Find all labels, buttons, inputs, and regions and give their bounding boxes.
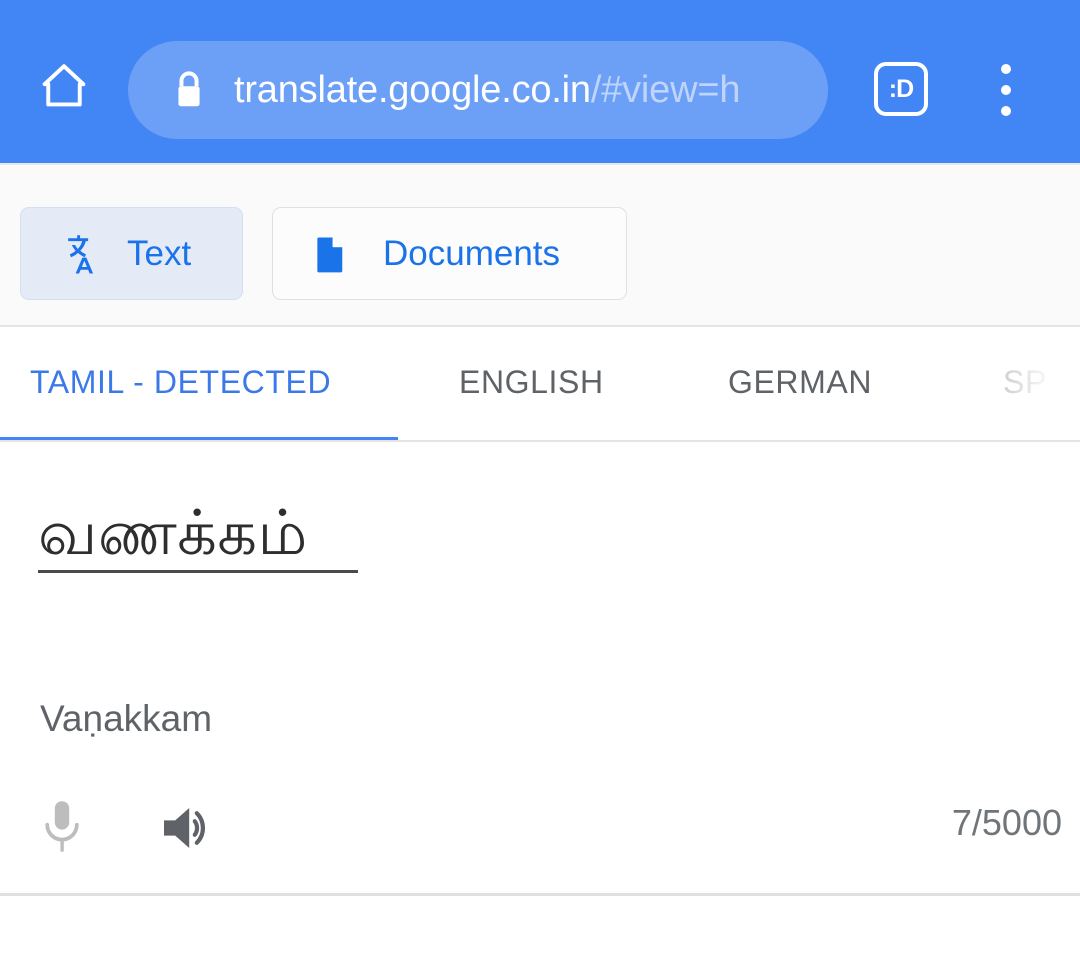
mode-button-text-label: Text xyxy=(127,234,192,273)
overflow-menu-icon-dot-3 xyxy=(1001,106,1011,116)
overflow-menu-icon-dot-2 xyxy=(1001,85,1011,95)
language-tab-english[interactable]: ENGLISH xyxy=(459,327,604,437)
language-tab-spanish[interactable]: SP xyxy=(1003,327,1047,437)
character-counter: 7/5000 xyxy=(951,802,1062,843)
listen-button[interactable] xyxy=(158,799,220,861)
language-tab-tamil-label: TAMIL - DETECTED xyxy=(30,363,332,400)
url-text: translate.google.co.in/#view=h xyxy=(234,71,740,109)
address-bar[interactable]: translate.google.co.in/#view=h xyxy=(128,41,828,139)
transliteration-text: Vaṇakkam xyxy=(40,698,213,739)
home-icon xyxy=(37,59,91,118)
speaker-icon xyxy=(160,802,218,859)
source-text-underline xyxy=(38,570,358,573)
home-button[interactable] xyxy=(34,58,94,118)
mode-button-text[interactable]: Text xyxy=(20,207,243,300)
language-tab-german-label: GERMAN xyxy=(728,363,873,400)
overflow-menu-button[interactable] xyxy=(986,60,1026,120)
microphone-icon xyxy=(40,798,84,863)
language-tab-bar: TAMIL - DETECTED ENGLISH GERMAN SP xyxy=(0,327,1080,442)
url-path: /#view=h xyxy=(590,69,741,111)
translate-icon xyxy=(54,231,100,277)
url-host: translate.google.co.in xyxy=(234,69,591,111)
language-tab-german[interactable]: GERMAN xyxy=(728,327,872,437)
overflow-menu-icon-dot-1 xyxy=(1001,64,1011,74)
language-tab-tamil[interactable]: TAMIL - DETECTED xyxy=(30,327,331,437)
mode-button-documents[interactable]: Documents xyxy=(272,207,627,300)
lock-icon xyxy=(172,69,206,111)
tab-count-label: :D xyxy=(888,74,914,103)
source-actions-row: 7/5000 xyxy=(0,797,1080,867)
document-icon xyxy=(307,231,353,277)
browser-toolbar: translate.google.co.in/#view=h :D xyxy=(0,0,1080,163)
source-text-panel: வணக்கம் Vaṇakkam 7/5000 xyxy=(0,442,1080,893)
language-tab-spanish-label: SP xyxy=(1003,363,1047,400)
source-text[interactable]: வணக்கம் xyxy=(38,498,308,569)
language-tab-english-label: ENGLISH xyxy=(459,363,604,400)
microphone-button[interactable] xyxy=(38,797,86,863)
mode-button-documents-label: Documents xyxy=(383,234,561,273)
translation-output-area xyxy=(0,896,1080,973)
tab-switcher-button[interactable]: :D xyxy=(874,62,928,116)
